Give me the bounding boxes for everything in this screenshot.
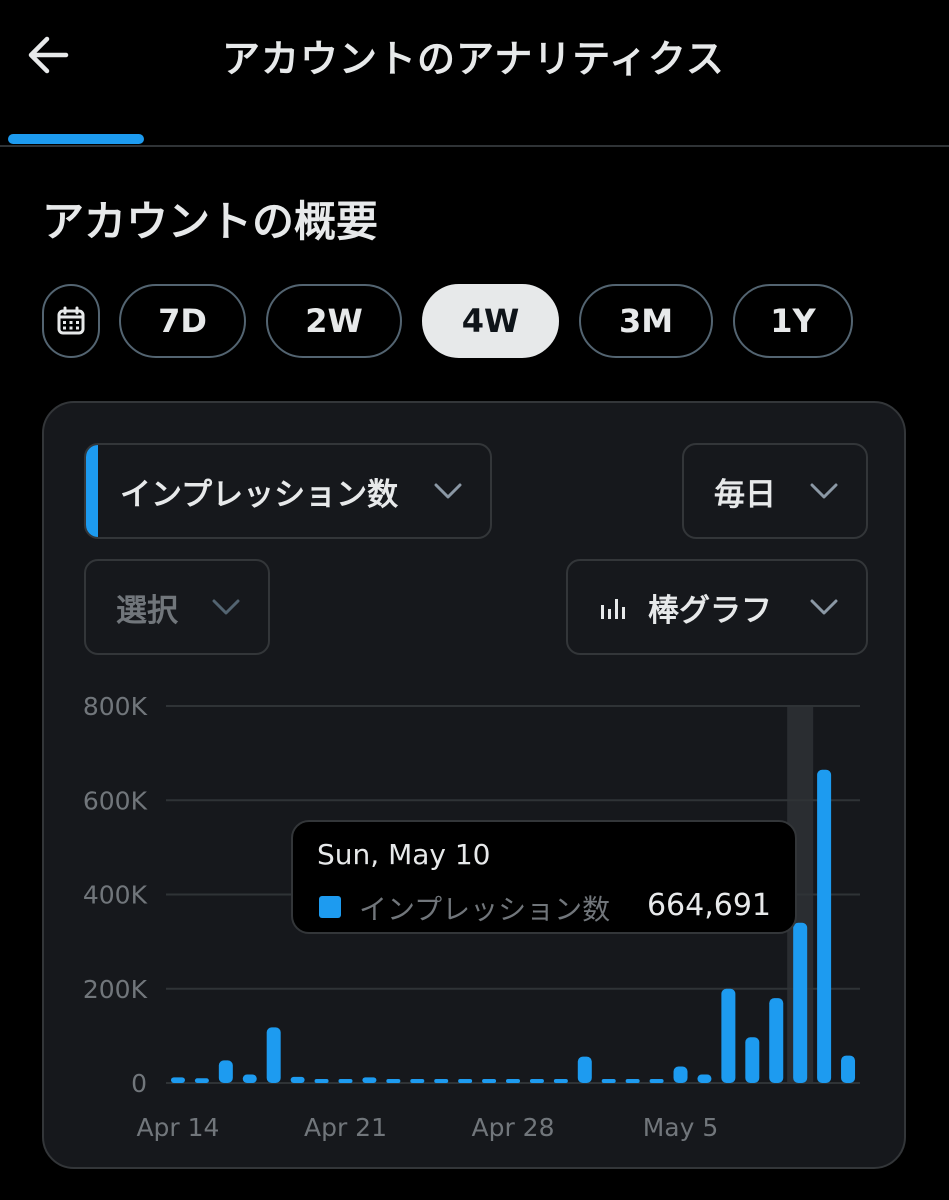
- bar-chart-icon: [601, 599, 625, 619]
- metric-dropdown-label: インプレッション数: [120, 476, 399, 513]
- interval-dropdown-label: 毎日: [714, 476, 776, 513]
- range-3m-button[interactable]: 3M: [579, 284, 713, 358]
- range-4w-button[interactable]: 4W: [422, 284, 559, 358]
- chevron-down-icon: [810, 599, 838, 615]
- tooltip-date: Sun, May 10: [317, 838, 491, 871]
- chart-type-dropdown[interactable]: 棒グラフ: [566, 559, 868, 655]
- interval-dropdown[interactable]: 毎日: [682, 443, 868, 539]
- top-bar: アカウントのアナリティクス: [0, 0, 949, 148]
- arrow-left-icon: [28, 36, 69, 74]
- metric-dropdown[interactable]: インプレッション数: [84, 443, 492, 539]
- calendar-icon: [57, 306, 85, 335]
- metric-accent-bar: [86, 445, 98, 537]
- chevron-down-icon: [434, 483, 462, 499]
- range-2w-button[interactable]: 2W: [266, 284, 402, 358]
- chart-type-dropdown-label: 棒グラフ: [648, 592, 772, 629]
- tooltip-value: 664,691: [646, 888, 771, 923]
- chart-tooltip: Sun, May 10 インプレッション数 664,691: [291, 820, 797, 934]
- analytics-card: インプレッション数 毎日 選択 棒グラフ: [42, 401, 906, 1169]
- range-7d-button[interactable]: 7D: [119, 284, 246, 358]
- compare-dropdown-label: 選択: [116, 592, 178, 629]
- tab-indicator: [8, 134, 144, 144]
- chevron-down-icon: [810, 483, 838, 499]
- calendar-button[interactable]: [42, 284, 100, 358]
- range-1y-button[interactable]: 1Y: [733, 284, 853, 358]
- back-button[interactable]: [26, 32, 72, 78]
- compare-dropdown[interactable]: 選択: [84, 559, 270, 655]
- chevron-down-icon: [212, 599, 240, 615]
- tooltip-series-swatch: [319, 896, 341, 918]
- page-title: アカウントのアナリティクス: [222, 37, 725, 81]
- section-title: アカウントの概要: [42, 197, 379, 246]
- tooltip-series-label: インプレッション数: [359, 893, 611, 926]
- header-divider: [0, 145, 949, 147]
